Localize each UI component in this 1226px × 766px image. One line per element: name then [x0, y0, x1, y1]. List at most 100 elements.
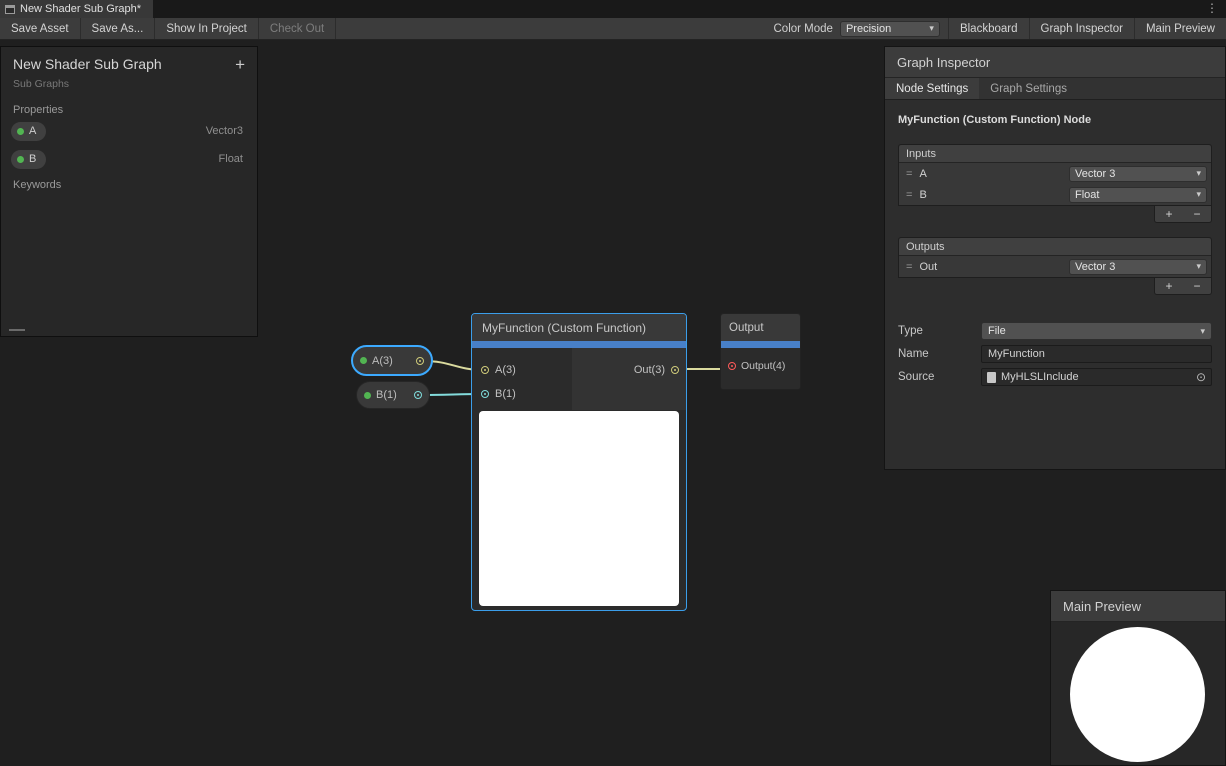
inputs-list-footer: + −: [898, 206, 1212, 223]
property-pill-b[interactable]: B: [11, 150, 46, 169]
property-b-dot: [17, 156, 24, 163]
save-as-button[interactable]: Save As...: [81, 18, 156, 39]
drag-handle-icon[interactable]: =: [906, 261, 912, 273]
precision-dropdown[interactable]: Precision ▾: [840, 21, 940, 37]
output-port-out-label: Out(3): [634, 364, 665, 376]
output-out-type-dropdown[interactable]: Vector 3 ▾: [1069, 259, 1207, 275]
input-b-type-value: Float: [1075, 189, 1099, 201]
main-preview-header: Main Preview: [1051, 591, 1225, 622]
type-dropdown[interactable]: File ▾: [981, 322, 1212, 340]
input-a-name: A: [919, 168, 926, 180]
property-a-name: A: [29, 125, 36, 137]
blackboard-panel: New Shader Sub Graph Sub Graphs + Proper…: [0, 46, 258, 337]
chevron-down-icon: ▾: [929, 24, 934, 33]
remove-input-button[interactable]: −: [1193, 208, 1200, 220]
toolbar-left-group: Save Asset Save As... Show In Project Ch…: [0, 18, 336, 39]
source-value: MyHLSLInclude: [1001, 371, 1079, 383]
tab-shader-sub-graph[interactable]: New Shader Sub Graph*: [0, 0, 153, 18]
outputs-list: Outputs = Out Vector 3 ▾: [898, 237, 1212, 278]
property-node-b[interactable]: B(1): [356, 381, 430, 409]
source-object-field[interactable]: MyHLSLInclude ⊙: [981, 368, 1212, 386]
tab-graph-settings[interactable]: Graph Settings: [979, 78, 1078, 99]
remove-output-button[interactable]: −: [1193, 280, 1200, 292]
node-myfunction-output-ports: Out(3): [572, 348, 686, 410]
main-preview-body[interactable]: [1051, 622, 1225, 765]
inputs-add-remove: + −: [1154, 206, 1212, 223]
input-port-output[interactable]: [728, 362, 736, 370]
inputs-row-b[interactable]: = B Float ▾: [899, 184, 1211, 205]
chevron-down-icon: ▾: [1200, 327, 1205, 336]
property-node-b-label: B(1): [376, 389, 397, 401]
shader-graph-window: A(3) B(1) MyFunction (Custom Function) A…: [0, 0, 1226, 766]
graph-asset-icon: [5, 5, 15, 14]
chevron-down-icon: ▾: [1196, 169, 1201, 178]
outputs-add-remove: + −: [1154, 278, 1212, 295]
inputs-list-header: Inputs: [899, 145, 1211, 163]
tab-bar: New Shader Sub Graph* ⋮: [0, 0, 1226, 18]
type-field-row: Type File ▾: [898, 322, 1212, 340]
source-label: Source: [898, 371, 981, 383]
node-output[interactable]: Output Output(4): [720, 313, 801, 390]
node-output-title-bar[interactable]: Output: [721, 314, 800, 341]
main-preview-panel: Main Preview: [1050, 590, 1226, 766]
input-port-b[interactable]: [481, 390, 489, 398]
preview-sphere: [1070, 627, 1205, 762]
outputs-row-out[interactable]: = Out Vector 3 ▾: [899, 256, 1211, 277]
blackboard-property-row-b[interactable]: B Float: [1, 145, 257, 173]
input-port-a-label: A(3): [495, 364, 516, 376]
graph-inspector-panel: Graph Inspector Node Settings Graph Sett…: [884, 46, 1226, 470]
tab-node-settings-label: Node Settings: [896, 83, 968, 95]
property-b-type: Float: [219, 153, 243, 165]
input-a-type-dropdown[interactable]: Vector 3 ▾: [1069, 166, 1207, 182]
property-b-exposed-dot: [364, 392, 371, 399]
property-pill-a[interactable]: A: [11, 122, 46, 141]
input-port-b-label: B(1): [495, 388, 516, 400]
source-field-row: Source MyHLSLInclude ⊙: [898, 368, 1212, 386]
graph-inspector-toggle-button[interactable]: Graph Inspector: [1029, 18, 1134, 39]
graph-inspector-tabs: Node Settings Graph Settings: [885, 78, 1225, 100]
blackboard-toggle-button[interactable]: Blackboard: [948, 18, 1029, 39]
property-node-a-label: A(3): [372, 355, 393, 367]
node-output-accent-bar: [721, 341, 800, 348]
type-label: Type: [898, 325, 981, 337]
blackboard-resize-handle[interactable]: [9, 329, 25, 331]
property-node-a[interactable]: A(3): [351, 345, 433, 376]
output-port-out[interactable]: [671, 366, 679, 374]
add-input-button[interactable]: +: [1165, 208, 1172, 220]
precision-dropdown-value: Precision: [846, 23, 891, 35]
add-output-button[interactable]: +: [1165, 280, 1172, 292]
name-field-row: Name: [898, 345, 1212, 363]
node-myfunction-title-bar[interactable]: MyFunction (Custom Function): [472, 314, 686, 341]
properties-section-label: Properties: [13, 104, 257, 117]
script-file-icon: [987, 372, 996, 383]
property-node-b-output-port[interactable]: [414, 391, 422, 399]
tab-node-settings[interactable]: Node Settings: [885, 78, 979, 99]
blackboard-property-row-a[interactable]: A Vector3: [1, 117, 257, 145]
input-b-type-dropdown[interactable]: Float ▾: [1069, 187, 1207, 203]
graph-inspector-title: Graph Inspector: [897, 55, 990, 70]
tab-graph-settings-label: Graph Settings: [990, 83, 1067, 95]
window-menu-icon[interactable]: ⋮: [1206, 1, 1218, 15]
toolbar: Save Asset Save As... Show In Project Ch…: [0, 18, 1226, 40]
name-input[interactable]: [981, 345, 1212, 363]
inputs-list: Inputs = A Vector 3 ▾ = B Float ▾: [898, 144, 1212, 206]
check-out-button: Check Out: [259, 18, 336, 39]
drag-handle-icon[interactable]: =: [906, 168, 912, 180]
property-node-a-output-port[interactable]: [416, 357, 424, 365]
node-myfunction[interactable]: MyFunction (Custom Function) A(3) B(1): [471, 313, 687, 611]
node-myfunction-preview: [479, 411, 679, 606]
selected-node-heading: MyFunction (Custom Function) Node: [898, 114, 1212, 126]
port-row-output: Output(4): [721, 348, 800, 378]
color-mode-label: Color Mode: [774, 23, 833, 35]
node-myfunction-ports: A(3) B(1) Out(3): [472, 348, 686, 410]
add-property-button[interactable]: +: [235, 56, 245, 73]
main-preview-toggle-button[interactable]: Main Preview: [1134, 18, 1226, 39]
save-asset-button[interactable]: Save Asset: [0, 18, 81, 39]
blackboard-subtitle: Sub Graphs: [13, 78, 245, 90]
drag-handle-icon[interactable]: =: [906, 189, 912, 201]
port-row-a: A(3): [472, 358, 572, 382]
object-picker-icon[interactable]: ⊙: [1196, 371, 1206, 383]
show-in-project-button[interactable]: Show In Project: [155, 18, 259, 39]
inputs-row-a[interactable]: = A Vector 3 ▾: [899, 163, 1211, 184]
input-port-a[interactable]: [481, 366, 489, 374]
